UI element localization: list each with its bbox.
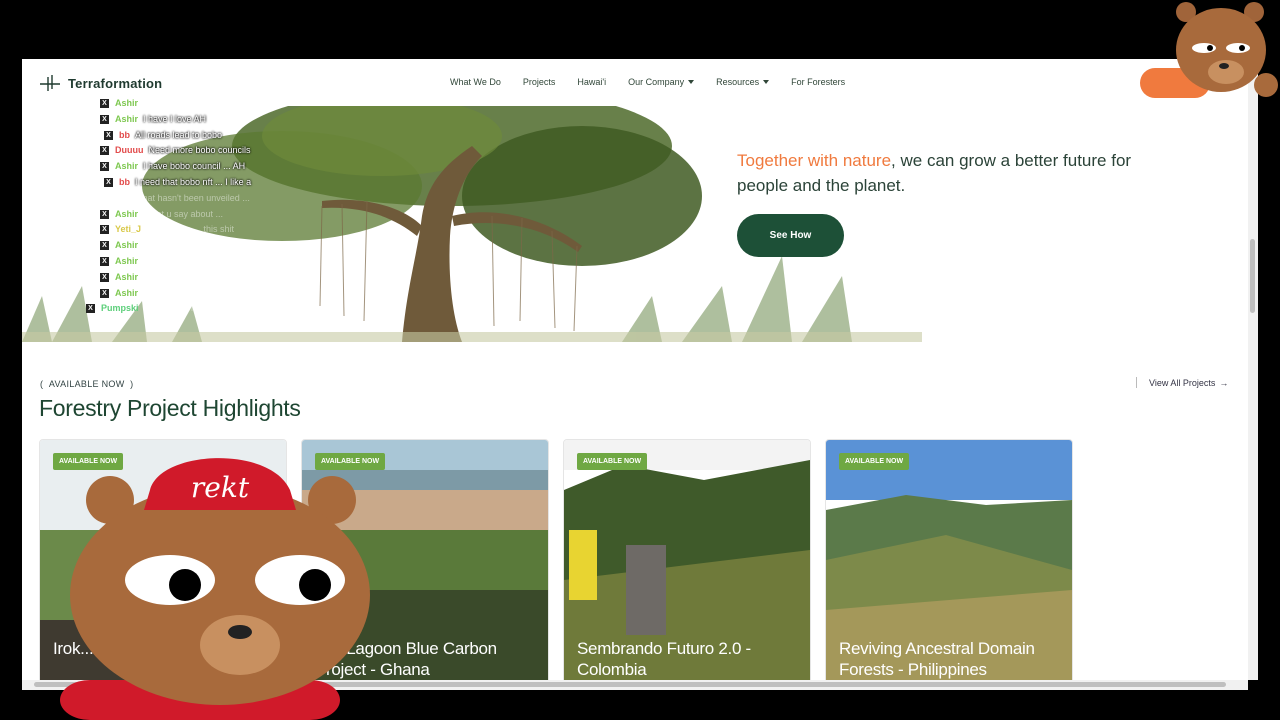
chat-text: character that hasn't been unveiled ... [100,192,250,203]
chat-username: Yeti_J [115,224,142,235]
chat-text: I have bobo council ... AH [143,161,246,172]
x-platform-icon: X [86,304,95,314]
chat-username: Ashir [115,113,139,124]
chat-username: Pumpski [101,303,139,314]
chat-message: X Yeti_J Why I have ... this shit [86,222,326,238]
x-platform-icon: X [104,177,113,187]
chat-message: X Ashir Hot cheeky ... [86,286,326,302]
chat-text: Talk ... [143,240,170,251]
rekt-bear-emote-icon: rekt [60,458,370,720]
vertical-scrollbar[interactable] [1248,59,1258,680]
project-title: Sembrando Futuro 2.0 - Colombia [577,639,751,679]
x-platform-icon: X [100,162,109,172]
project-card[interactable]: AVAILABLE NOW Reviving Ancestral Domain … [825,439,1073,680]
project-card[interactable]: AVAILABLE NOW Sembrando Futuro 2.0 - Col… [563,439,811,680]
view-all-label: View All Projects [1149,377,1216,388]
x-platform-icon: X [100,256,109,266]
hero-tagline: Together with nature, we can grow a bett… [737,148,1157,198]
nav-for-foresters[interactable]: For Foresters [791,77,845,87]
nav-projects[interactable]: Projects [523,77,556,87]
chat-username: bb [119,176,130,187]
x-platform-icon: X [100,241,109,251]
chat-username: Ashir [115,287,139,298]
chat-username: Ashir [115,98,139,108]
chat-username: Ashir [115,208,139,219]
chat-message: Xbb I need that bobo nft ... I like a [86,175,326,191]
chat-text: ... a moment [143,255,194,266]
view-all-projects-link[interactable]: View All Projects → [1136,377,1228,388]
chat-message: character that hasn't been unveiled ... [86,191,326,207]
nav-hawaii[interactable]: Hawai'i [577,77,606,87]
chat-text: Gmmm morning fieks [143,303,230,314]
x-platform-icon: X [104,130,113,140]
brand-logo[interactable]: Terraformation [40,74,162,92]
nav-our-company[interactable]: Our Company [628,77,695,87]
chat-username: Duuuu [115,145,144,156]
chat-message: X Ashir ... a moment [86,254,326,270]
availability-badge: AVAILABLE NOW [839,453,910,470]
chat-message: X Duuuu Need more bobo councils [86,143,326,159]
stream-chat-overlay: X Ashir i love that one X Ashir I have I love… [86,96,326,317]
chat-username: Ashir [115,255,139,266]
nav-what-we-do[interactable]: What We Do [450,77,501,87]
terraformation-logo-icon [40,75,60,91]
chat-text: Why I have ... this shit [146,224,235,235]
brand-name: Terraformation [68,75,163,91]
section-kicker: ( AVAILABLE NOW ) [40,379,134,389]
nav-links: What We Do Projects Hawai'i Our Company … [450,77,867,87]
chat-message: X Ashir I have I love AH [86,112,326,128]
chat-username: Ashir [115,161,139,172]
x-platform-icon: X [100,209,109,219]
chat-text: Yes ... [143,271,168,282]
x-platform-icon: X [100,114,109,124]
x-platform-icon: X [100,272,109,282]
chevron-down-icon [763,80,770,84]
chat-message: X Ashir What u say about ... [86,207,326,223]
chat-username: Ashir [115,240,139,251]
chat-message: Xbb All roads lead to bobo [86,128,326,144]
x-platform-icon: X [100,99,109,108]
project-title: Reviving Ancestral Domain Forests - Phil… [839,639,1035,679]
divider [1136,377,1137,388]
bear-emote-icon [1176,2,1278,97]
section-kicker-text: AVAILABLE NOW [48,379,125,389]
nav-resources[interactable]: Resources [716,77,770,87]
chat-message: X Pumpski Gmmm morning fieks [86,301,326,317]
hero-tagline-highlight: Together with nature [737,151,892,170]
arrow-right-icon: → [1219,377,1229,388]
chat-text: I have I love AH [143,113,207,124]
chat-text: Need more bobo councils [148,145,251,156]
section-title: Forestry Project Highlights [39,395,301,421]
availability-badge: AVAILABLE NOW [577,453,648,470]
scrollbar-thumb[interactable] [1250,239,1255,313]
chat-username: Ashir [115,271,139,282]
chat-text: I need that bobo nft ... I like a [135,176,252,187]
x-platform-icon: X [100,146,109,156]
chat-text: All roads lead to bobo [135,129,223,140]
cap-text: rekt [191,471,250,504]
chat-text: What u say about ... [143,208,224,219]
chat-message: X Ashir Yes ... [86,270,326,286]
chat-message: X Ashir i love that one [86,96,326,112]
chat-text: i love that one [143,98,200,108]
x-platform-icon: X [100,288,109,298]
chat-text: Hot cheeky ... [143,287,199,298]
chat-message: X Ashir I have bobo council ... AH [86,159,326,175]
chat-message: X Ashir Talk ... [86,238,326,254]
chevron-down-icon [688,80,695,84]
chat-username: bb [119,129,130,140]
see-how-button[interactable]: See How [737,214,844,257]
x-platform-icon: X [100,225,109,235]
